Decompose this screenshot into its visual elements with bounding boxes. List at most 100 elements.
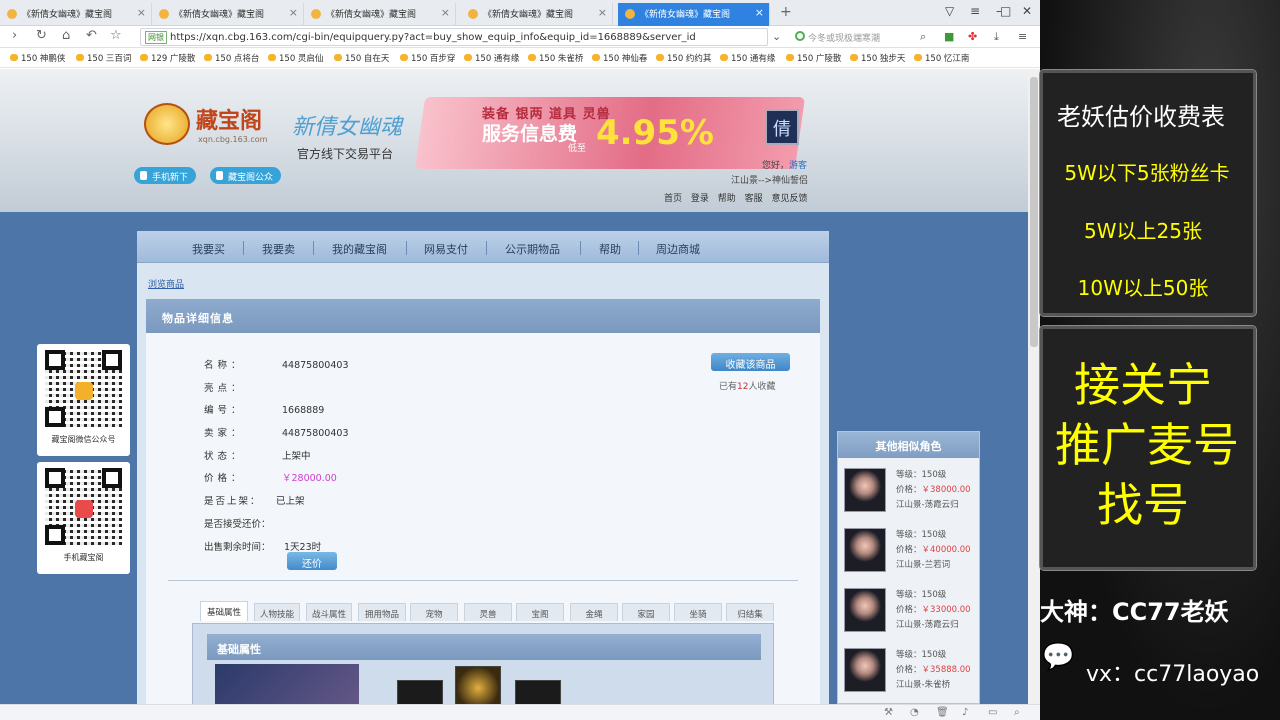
bookmark-item[interactable]: 150 约约其 <box>656 52 711 64</box>
search-icon[interactable]: ⌕ <box>920 30 926 44</box>
nav-my-cbg[interactable]: 我的藏宝阁 <box>332 241 387 257</box>
promo-line-2: 推广麦号 <box>1055 418 1239 472</box>
mobile-download-button[interactable]: 手机新下 <box>134 167 197 184</box>
similar-item[interactable]: 等级：150级 价格：￥38000.00 江山景-荡霞云归 <box>844 466 974 522</box>
nav-separator <box>486 241 487 255</box>
browser-tab[interactable]: 《新倩女幽魂》藏宝阁 × <box>461 3 613 26</box>
similar-item[interactable]: 等级：150级 价格：￥40000.00 江山景-兰若词 <box>844 526 974 582</box>
close-tab-icon[interactable]: × <box>441 6 450 19</box>
browser-tab[interactable]: 《新倩女幽魂》藏宝阁 × <box>304 3 456 26</box>
apps-icon[interactable]: ■ <box>944 30 954 43</box>
close-tab-icon[interactable]: × <box>755 6 764 19</box>
nav-mall[interactable]: 周边商城 <box>656 241 700 257</box>
nav-buy[interactable]: 我要买 <box>192 241 225 257</box>
tab-home[interactable]: 家园 <box>622 603 670 621</box>
bookmark-item[interactable]: 150 忆江南 <box>914 52 969 64</box>
field-label: 出售剩余时间： <box>204 542 271 553</box>
tab-vault[interactable]: 宝阁 <box>516 603 564 621</box>
browser-tab[interactable]: 《新倩女幽魂》藏宝阁 × <box>152 3 304 26</box>
bookmark-item[interactable]: 150 神仙春 <box>592 52 647 64</box>
cbg-logo[interactable]: 藏宝阁 xqn.cbg.163.com <box>140 99 290 151</box>
favorite-button[interactable]: 收藏该商品 <box>711 353 790 371</box>
forward-icon[interactable]: › <box>12 28 17 43</box>
tab-mount[interactable]: 坐骑 <box>674 603 722 621</box>
streamer-name: 大神：CC77老妖 <box>1040 598 1229 626</box>
nav-help[interactable]: 帮助 <box>599 241 621 257</box>
scroll-thumb[interactable] <box>1030 77 1038 347</box>
nav-sell[interactable]: 我要卖 <box>262 241 295 257</box>
download-icon[interactable]: ⤓ <box>994 30 999 44</box>
price-value: ￥28000.00 <box>282 473 337 484</box>
zoom-icon[interactable]: ⌕ <box>1014 707 1020 718</box>
equipment-slot[interactable] <box>455 666 501 704</box>
menu-icon[interactable]: ≡ <box>970 4 980 18</box>
bookmark-item[interactable]: 150 三百词 <box>76 52 131 64</box>
bookmark-item[interactable]: 150 点将台 <box>204 52 259 64</box>
breadcrumb[interactable]: 浏览商品 <box>148 277 184 290</box>
equipment-slot[interactable] <box>515 680 561 704</box>
top-nav-links[interactable]: 首页 登录 帮助 客服 意见反馈 <box>664 191 807 204</box>
tab-pets[interactable]: 宠物 <box>410 603 458 621</box>
bookmark-item[interactable]: 150 通有缘 <box>464 52 519 64</box>
dropdown-icon[interactable]: ⌄ <box>772 30 781 43</box>
bargain-button[interactable]: 还价 <box>287 552 337 570</box>
tab-skills[interactable]: 人物技能 <box>254 603 300 621</box>
qr-corner <box>45 468 65 488</box>
server-name[interactable]: 江山景-->神仙誓侣 <box>731 173 808 186</box>
bookmark-item[interactable]: 129 广陵散 <box>140 52 195 64</box>
home-icon[interactable]: ⌂ <box>62 28 70 43</box>
star-icon[interactable]: ☆ <box>110 28 122 43</box>
sound-icon[interactable]: ♪ <box>962 707 968 718</box>
search-field[interactable]: 今冬或现极端寒潮 <box>792 28 932 46</box>
bookmark-item[interactable]: 150 灵启仙 <box>268 52 323 64</box>
bookmark-item[interactable]: 150 通有缘 <box>720 52 775 64</box>
shirt-icon[interactable]: ▽ <box>945 4 954 18</box>
mobile-qr-card[interactable]: 手机藏宝阁 <box>37 462 130 574</box>
bookmark-item[interactable]: 150 朱雀桥 <box>528 52 583 64</box>
trash-icon[interactable]: 🗑 <box>936 707 949 718</box>
undo-icon[interactable]: ↶ <box>86 28 97 43</box>
close-tab-icon[interactable]: × <box>137 6 146 19</box>
app-icon <box>75 500 93 518</box>
tools-icon[interactable]: ⚒ <box>884 707 893 718</box>
bookmark-item[interactable]: 150 神鹏侠 <box>10 52 65 64</box>
wechat-qr-card[interactable]: 藏宝阁微信公众号 <box>37 344 130 456</box>
browser-tab-active[interactable]: 《新倩女幽魂》藏宝阁 × <box>618 3 770 26</box>
tab-basic[interactable]: 基础属性 <box>200 601 248 621</box>
browser-window: 《新倩女幽魂》藏宝阁 × 《新倩女幽魂》藏宝阁 × 《新倩女幽魂》藏宝阁 × 《新倩女… <box>0 0 1040 720</box>
restore-icon[interactable]: □ <box>1000 4 1011 18</box>
more-icon[interactable]: ≡ <box>1018 30 1027 43</box>
tab-collection[interactable]: 归结集 <box>726 603 774 621</box>
game-icon[interactable]: ✤ <box>968 30 977 43</box>
bookmark-item[interactable]: 150 广陵散 <box>786 52 841 64</box>
avatar <box>844 648 886 692</box>
bookmark-item[interactable]: 150 百步穿 <box>400 52 455 64</box>
speed-icon[interactable]: ◔ <box>910 707 919 718</box>
tab-combat[interactable]: 战斗属性 <box>306 603 352 621</box>
bookmark-item[interactable]: 150 独步天 <box>850 52 905 64</box>
nav-public[interactable]: 公示期物品 <box>505 241 560 257</box>
browser-tab[interactable]: 《新倩女幽魂》藏宝阁 × <box>0 3 152 26</box>
field-value: 上架中 <box>282 451 311 462</box>
equipment-slot[interactable] <box>397 680 443 704</box>
nav-payment[interactable]: 网易支付 <box>424 241 468 257</box>
bookmark-item[interactable]: 150 自在天 <box>334 52 389 64</box>
guest-link[interactable]: 游客 <box>789 161 807 171</box>
new-tab-icon[interactable]: + <box>780 4 792 20</box>
character-portrait <box>215 664 359 704</box>
tab-rope[interactable]: 金绳 <box>570 603 618 621</box>
close-tab-icon[interactable]: × <box>289 6 298 19</box>
window-icon[interactable]: ▭ <box>988 707 997 718</box>
reload-icon[interactable]: ↻ <box>36 28 47 43</box>
similar-item[interactable]: 等级：150级 价格：￥35888.00 江山景-朱雀桥 <box>844 646 974 702</box>
tab-items[interactable]: 拥用物品 <box>358 603 406 621</box>
similar-item[interactable]: 等级：150级 价格：￥33000.00 江山景-荡霞云归 <box>844 586 974 642</box>
close-window-icon[interactable]: ✕ <box>1022 4 1032 18</box>
close-tab-icon[interactable]: × <box>598 6 607 19</box>
wechat-button[interactable]: 藏宝阁公众 <box>210 167 282 184</box>
price-label: 价格： <box>896 665 922 675</box>
url-field[interactable]: 网银 https://xqn.cbg.163.com/cgi-bin/equipq… <box>140 28 768 46</box>
price-label: 价格： <box>896 605 922 615</box>
tab-spirit[interactable]: 灵兽 <box>464 603 512 621</box>
favicon-icon <box>159 9 169 19</box>
